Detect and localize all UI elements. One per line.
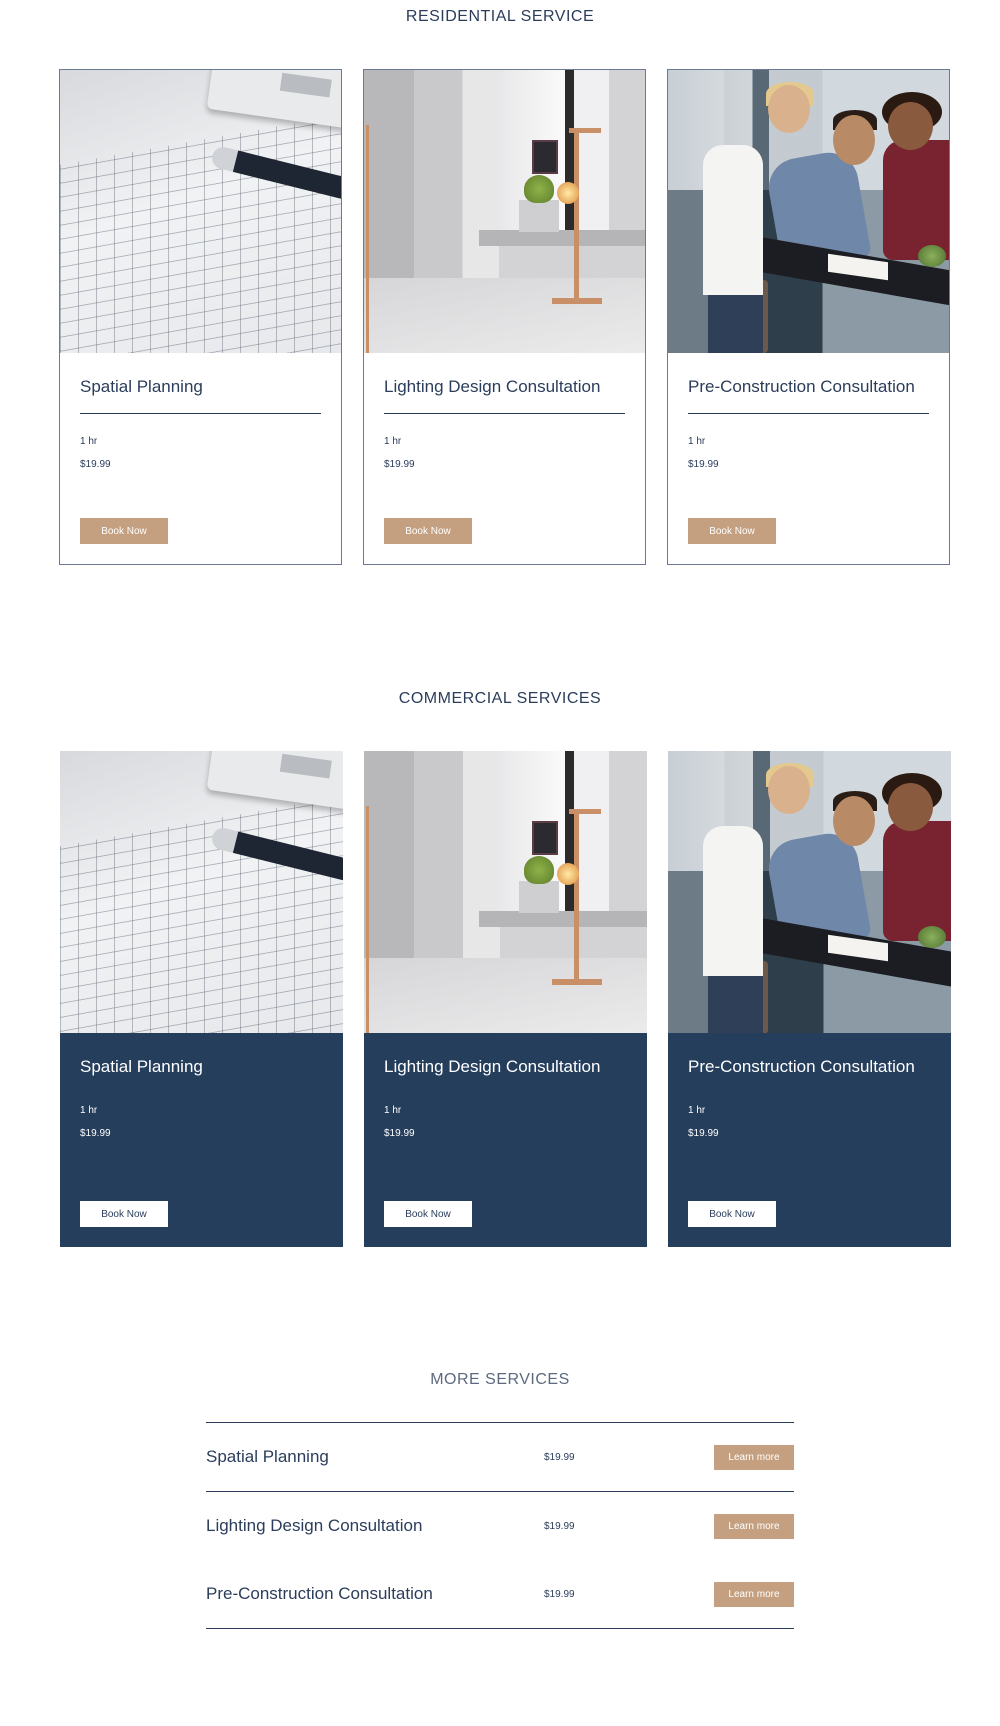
team-meeting-image (668, 70, 949, 353)
divider (688, 413, 929, 414)
more-services-list: Spatial Planning $19.99 Learn more Light… (206, 1422, 794, 1629)
service-name: Pre-Construction Consultation (688, 1057, 915, 1076)
service-name: Lighting Design Consultation (384, 377, 601, 396)
service-price: $19.99 (80, 1128, 111, 1139)
residential-card-spatial-planning: Spatial Planning 1 hr $19.99 Book Now (59, 69, 342, 565)
service-name: Spatial Planning (80, 377, 203, 396)
list-item: Lighting Design Consultation $19.99 Lear… (206, 1491, 794, 1560)
service-duration: 1 hr (80, 1105, 98, 1116)
book-now-button[interactable]: Book Now (80, 1201, 168, 1227)
commercial-card-lighting-design: Lighting Design Consultation 1 hr $19.99… (364, 751, 647, 1247)
service-price: $19.99 (688, 459, 719, 470)
service-name: Pre-Construction Consultation (206, 1584, 433, 1603)
book-now-button[interactable]: Book Now (384, 518, 472, 544)
learn-more-button[interactable]: Learn more (714, 1582, 794, 1607)
service-price: $19.99 (688, 1128, 719, 1139)
service-duration: 1 hr (688, 1105, 706, 1116)
learn-more-button[interactable]: Learn more (714, 1445, 794, 1470)
service-price: $19.99 (80, 459, 111, 470)
team-meeting-image (668, 751, 951, 1033)
service-price: $19.99 (544, 1521, 575, 1532)
book-now-button[interactable]: Book Now (384, 1201, 472, 1227)
service-name: Spatial Planning (80, 1057, 203, 1076)
commercial-section-title: COMMERCIAL SERVICES (398, 690, 602, 707)
residential-card-pre-construction: Pre-Construction Consultation 1 hr $19.9… (667, 69, 950, 565)
commercial-card-pre-construction: Pre-Construction Consultation 1 hr $19.9… (668, 751, 951, 1247)
service-price: $19.99 (384, 1128, 415, 1139)
list-item: Spatial Planning $19.99 Learn more (206, 1422, 794, 1491)
book-now-button[interactable]: Book Now (688, 1201, 776, 1227)
blueprint-image (60, 751, 343, 1033)
service-name: Lighting Design Consultation (206, 1516, 423, 1535)
commercial-card-spatial-planning: Spatial Planning 1 hr $19.99 Book Now (60, 751, 343, 1247)
service-price: $19.99 (544, 1589, 575, 1600)
service-duration: 1 hr (688, 436, 706, 447)
service-price: $19.99 (384, 459, 415, 470)
divider (384, 413, 625, 414)
more-services-title: MORE SERVICES (430, 1371, 570, 1388)
divider (206, 1628, 794, 1629)
book-now-button[interactable]: Book Now (688, 518, 776, 544)
divider (80, 413, 321, 414)
list-item: Pre-Construction Consultation $19.99 Lea… (206, 1560, 794, 1628)
lamp-image (364, 751, 647, 1033)
service-name: Spatial Planning (206, 1447, 329, 1466)
learn-more-button[interactable]: Learn more (714, 1514, 794, 1539)
service-name: Lighting Design Consultation (384, 1057, 601, 1076)
residential-section-title: RESIDENTIAL SERVICE (405, 8, 595, 25)
service-price: $19.99 (544, 1452, 575, 1463)
service-duration: 1 hr (80, 436, 98, 447)
book-now-button[interactable]: Book Now (80, 518, 168, 544)
blueprint-image (60, 70, 341, 353)
residential-card-lighting-design: Lighting Design Consultation 1 hr $19.99… (363, 69, 646, 565)
lamp-image (364, 70, 645, 353)
service-name: Pre-Construction Consultation (688, 377, 915, 396)
service-duration: 1 hr (384, 436, 402, 447)
service-duration: 1 hr (384, 1105, 402, 1116)
